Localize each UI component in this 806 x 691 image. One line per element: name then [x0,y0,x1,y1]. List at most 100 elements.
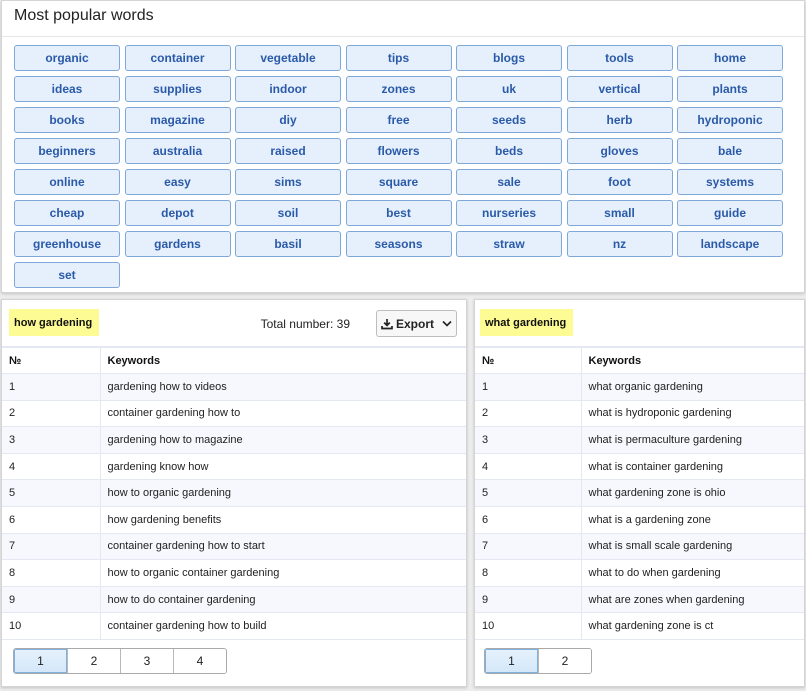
word-button-depot[interactable]: depot [124,200,231,226]
column-header-keywords[interactable]: Keywords [100,346,466,375]
row-keyword: what organic gardening [581,373,804,401]
word-button-tools[interactable]: tools [566,45,673,71]
word-button-set[interactable]: set [14,262,120,288]
keywords-table: № Keywords 1 gardening how to videos 2 cont… [2,346,466,641]
word-button-gardens[interactable]: gardens [124,231,231,257]
word-button-home[interactable]: home [677,45,783,71]
page-button-2[interactable]: 2 [67,649,120,673]
table-row[interactable]: 7 container gardening how to start [2,532,466,561]
word-button-seeds[interactable]: seeds [456,107,562,133]
word-button-nurseries[interactable]: nurseries [456,200,562,226]
word-button-easy[interactable]: easy [124,169,231,195]
row-number: 3 [2,426,101,454]
row-number: 4 [475,452,582,481]
table-row[interactable]: 6 how gardening benefits [2,506,466,534]
pagination: 1234 [13,648,227,674]
table-row[interactable]: 5 what gardening zone is ohio [475,479,804,508]
word-button-greenhouse[interactable]: greenhouse [14,231,120,257]
column-header-number[interactable]: № [2,346,101,375]
table-row[interactable]: 2 what is hydroponic gardening [475,399,804,428]
table-row[interactable]: 5 how to organic gardening [2,479,466,508]
row-number: 10 [2,612,101,641]
pagination: 12 [484,648,592,674]
row-keyword: what gardening zone is ct [581,612,804,641]
word-button-raised[interactable]: raised [235,138,341,164]
word-button-nz[interactable]: nz [566,231,673,257]
page-button-1[interactable]: 1 [14,649,67,673]
word-button-plants[interactable]: plants [677,76,783,102]
word-button-beginners[interactable]: beginners [14,138,120,164]
page-button-1[interactable]: 1 [485,649,538,673]
word-button-flowers[interactable]: flowers [345,138,452,164]
word-button-hydroponic[interactable]: hydroponic [677,107,783,133]
table-row[interactable]: 7 what is small scale gardening [475,532,804,561]
word-button-zones[interactable]: zones [345,76,452,102]
word-button-square[interactable]: square [345,169,452,195]
word-button-supplies[interactable]: supplies [124,76,231,102]
word-button-vertical[interactable]: vertical [566,76,673,102]
word-button-basil[interactable]: basil [235,231,341,257]
word-button-indoor[interactable]: indoor [235,76,341,102]
popular-words-panel: Most popular words organic container veget… [1,0,805,293]
word-button-beds[interactable]: beds [456,138,562,164]
row-keyword: what gardening zone is ohio [581,479,804,508]
word-button-ideas[interactable]: ideas [14,76,120,102]
column-header-keywords[interactable]: Keywords [581,346,804,375]
row-number: 2 [475,399,582,428]
table-row[interactable]: 4 what is container gardening [475,452,804,481]
table-row[interactable]: 1 gardening how to videos [2,373,466,401]
word-button-vegetable[interactable]: vegetable [235,45,341,71]
page-button-4[interactable]: 4 [173,649,226,673]
word-button-container[interactable]: container [124,45,231,71]
word-button-magazine[interactable]: magazine [124,107,231,133]
table-row[interactable]: 8 how to organic container gardening [2,559,466,587]
word-button-soil[interactable]: soil [235,200,341,226]
table-row[interactable]: 10 what gardening zone is ct [475,612,804,641]
table-row[interactable]: 10 container gardening how to build [2,612,466,641]
word-button-guide[interactable]: guide [677,200,783,226]
row-number: 6 [2,506,101,534]
word-button-seasons[interactable]: seasons [345,231,452,257]
page-button-3[interactable]: 3 [120,649,173,673]
word-button-herb[interactable]: herb [566,107,673,133]
export-button[interactable]: Export [376,310,457,337]
row-keyword: gardening how to magazine [100,426,466,454]
table-row[interactable]: 2 container gardening how to [2,399,466,428]
table-row[interactable]: 8 what to do when gardening [475,559,804,587]
download-icon [381,318,393,330]
table-row[interactable]: 4 gardening know how [2,452,466,481]
word-button-gloves[interactable]: gloves [566,138,673,164]
word-button-tips[interactable]: tips [345,45,452,71]
title-divider [2,36,804,37]
word-button-uk[interactable]: uk [456,76,562,102]
word-button-sale[interactable]: sale [456,169,562,195]
row-number: 8 [2,559,101,587]
table-row[interactable]: 1 what organic gardening [475,373,804,401]
word-button-sims[interactable]: sims [235,169,341,195]
row-keyword: what is hydroponic gardening [581,399,804,428]
word-button-straw[interactable]: straw [456,231,562,257]
word-button-systems[interactable]: systems [677,169,783,195]
word-button-books[interactable]: books [14,107,120,133]
word-button-blogs[interactable]: blogs [456,45,562,71]
word-button-bale[interactable]: bale [677,138,783,164]
word-button-best[interactable]: best [345,200,452,226]
page-button-2[interactable]: 2 [538,649,591,673]
row-number: 1 [2,373,101,401]
word-button-diy[interactable]: diy [235,107,341,133]
word-button-cheap[interactable]: cheap [14,200,120,226]
column-header-number[interactable]: № [475,346,582,375]
word-button-australia[interactable]: australia [124,138,231,164]
word-button-organic[interactable]: organic [14,45,120,71]
row-keyword: container gardening how to build [100,612,466,641]
word-button-small[interactable]: small [566,200,673,226]
word-button-foot[interactable]: foot [566,169,673,195]
word-button-online[interactable]: online [14,169,120,195]
table-row[interactable]: 3 what is permaculture gardening [475,426,804,454]
table-row[interactable]: 9 how to do container gardening [2,585,466,614]
table-row[interactable]: 6 what is a gardening zone [475,506,804,534]
table-row[interactable]: 3 gardening how to magazine [2,426,466,454]
table-row[interactable]: 9 what are zones when gardening [475,585,804,614]
word-button-landscape[interactable]: landscape [677,231,783,257]
word-button-free[interactable]: free [345,107,452,133]
